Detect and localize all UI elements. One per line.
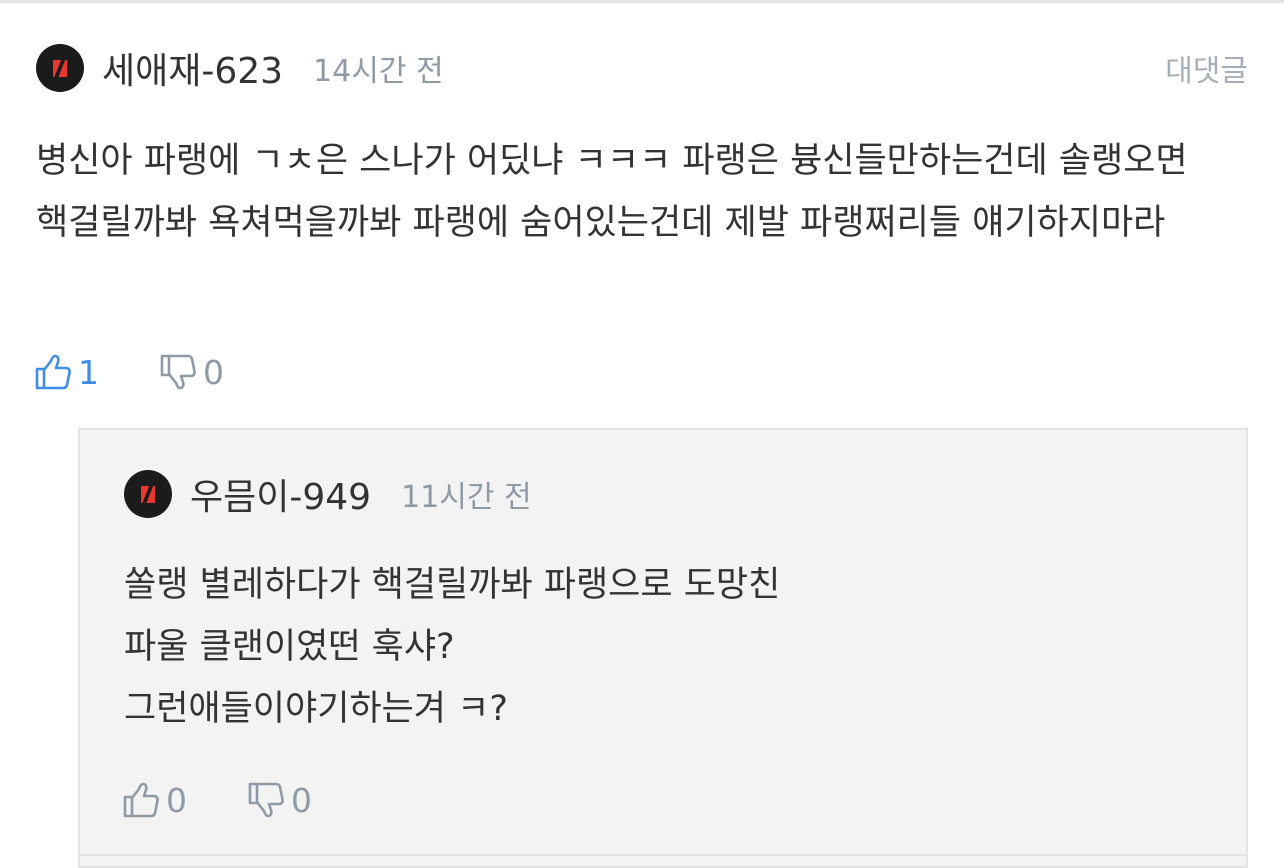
avatar[interactable] bbox=[124, 470, 172, 518]
reply-dislike-count: 0 bbox=[291, 780, 312, 820]
username[interactable]: 세애재-623 bbox=[102, 42, 283, 94]
comment-text: 병신아 파랭에 ㄱㅊ은 스나가 어딨냐 ㅋㅋㅋ 파랭은 븅신들만하는건데 솔랭오… bbox=[36, 141, 1188, 243]
reply-header: 우믐이-949 11시간 전 bbox=[124, 470, 1204, 518]
reply-username[interactable]: 우믐이-949 bbox=[190, 468, 371, 520]
slash-logo-icon bbox=[141, 484, 155, 504]
thumbs-down-icon bbox=[248, 782, 284, 818]
reply-container: 우믐이-949 11시간 전 쏠랭 별레하다가 핵걸릴까봐 파랭으로 도망친 파… bbox=[78, 428, 1248, 868]
thumbs-up-icon bbox=[123, 782, 159, 818]
like-count: 1 bbox=[78, 352, 99, 392]
thumbs-down-icon bbox=[160, 354, 196, 390]
top-divider bbox=[0, 0, 1284, 3]
reply-dislike-button[interactable]: 0 bbox=[247, 781, 312, 820]
comment-header: 세애재-623 14시간 전 대댓글 bbox=[36, 44, 1248, 92]
thumbs-up-icon bbox=[35, 354, 71, 390]
reply-comment: 우믐이-949 11시간 전 쏠랭 별레하다가 핵걸릴까봐 파랭으로 도망친 파… bbox=[124, 470, 1204, 740]
reply-button[interactable]: 대댓글 bbox=[1165, 46, 1248, 90]
dislike-count: 0 bbox=[203, 352, 224, 392]
comment: 세애재-623 14시간 전 대댓글 병신아 파랭에 ㄱㅊ은 스나가 어딨냐 ㅋ… bbox=[36, 44, 1248, 254]
reply-timestamp: 11시간 전 bbox=[401, 480, 532, 515]
slash-logo-icon bbox=[53, 58, 67, 78]
reply-like-button[interactable]: 0 bbox=[122, 781, 187, 820]
dislike-button[interactable]: 0 bbox=[159, 353, 224, 392]
timestamp: 14시간 전 bbox=[313, 54, 444, 89]
reply-divider bbox=[80, 854, 1246, 856]
like-button[interactable]: 1 bbox=[34, 353, 99, 392]
comment-vote-bar: 1 0 bbox=[34, 350, 224, 394]
reply-like-count: 0 bbox=[166, 780, 187, 820]
avatar[interactable] bbox=[36, 44, 84, 92]
reply-text: 쏠랭 별레하다가 핵걸릴까봐 파랭으로 도망친 파울 클랜이였떤 훅샤? 그런애… bbox=[124, 565, 781, 729]
reply-vote-bar: 0 0 bbox=[122, 778, 312, 822]
